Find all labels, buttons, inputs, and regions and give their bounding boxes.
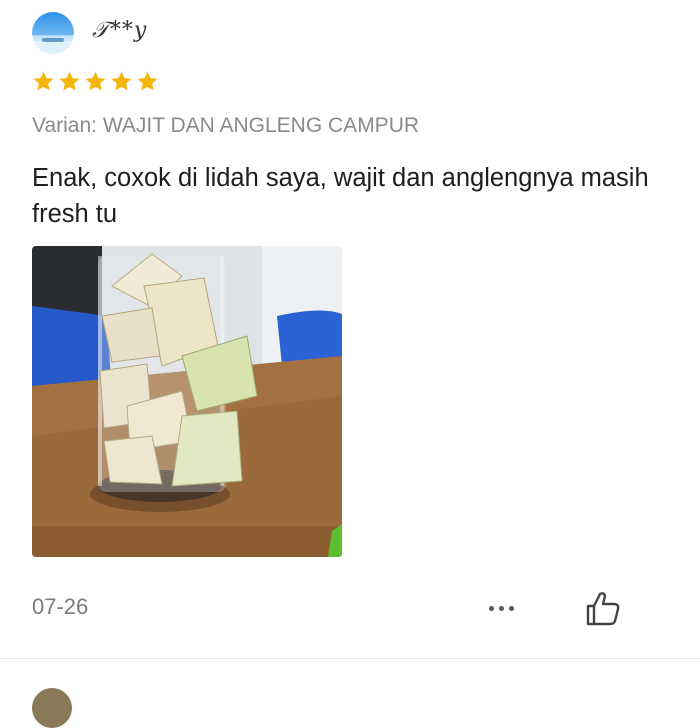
more-options-button[interactable] [478,594,524,622]
more-options-icon [488,605,494,611]
star-icon [33,71,54,91]
next-review-avatar[interactable] [32,688,72,728]
review-item: 𝒯**y Varian: WAJIT DAN ANGLENG CAMPUR En… [0,0,700,660]
review-date: 07-26 [32,594,89,619]
star-icon [111,71,132,91]
photo-illustration [32,246,342,557]
username: 𝒯**y [92,18,148,43]
review-divider [0,658,700,659]
avatar-beach [32,41,74,54]
review-photo[interactable] [32,246,342,557]
review-text: Enak, coxok di lidah saya, wajit dan ang… [32,164,649,228]
star-rating [32,70,159,93]
star-icon [137,71,158,91]
star-icon [85,71,106,91]
user-avatar[interactable] [32,12,74,54]
avatar-island [42,38,64,42]
thumbs-up-icon [586,592,620,626]
more-options-icon-dot [508,605,514,611]
star-icon [59,71,80,91]
more-options-icon-dot [498,605,504,611]
like-button[interactable] [582,588,624,630]
product-variant: Varian: WAJIT DAN ANGLENG CAMPUR [32,114,420,137]
